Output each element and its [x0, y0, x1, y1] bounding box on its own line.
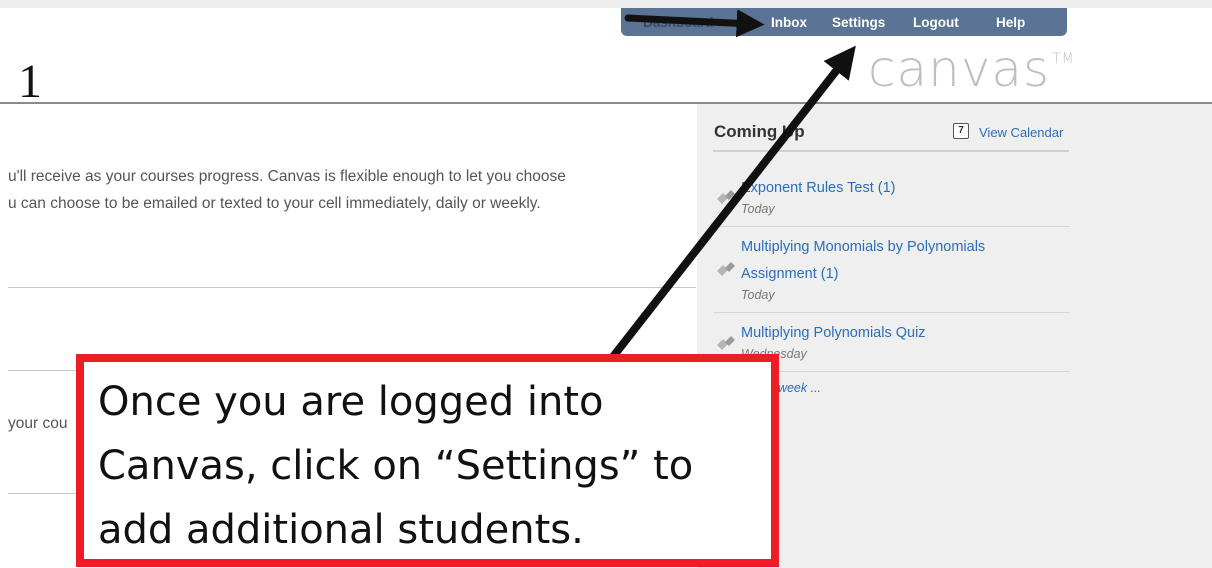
- arrow-icon: [608, 45, 856, 362]
- instruction-callout: Once you are logged into Canvas, click o…: [76, 354, 779, 567]
- callout-line-2: Canvas, click on “Settings” to: [98, 443, 694, 489]
- callout-line-3: add additional students.: [98, 507, 584, 553]
- arrow-icon: [624, 9, 765, 38]
- callout-line-1: Once you are logged into: [98, 379, 604, 425]
